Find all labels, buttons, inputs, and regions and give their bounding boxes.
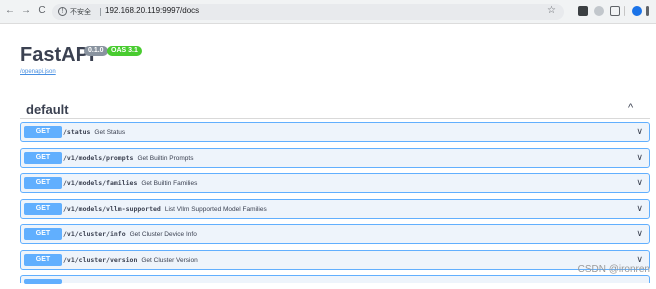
forward-icon[interactable]: → <box>20 5 32 17</box>
operation-path: /v1/models/prompts Get Builtin Prompts <box>63 153 194 162</box>
collapse-icon[interactable]: ^ <box>628 102 633 114</box>
operation-row[interactable]: GET /status Get Status ∨ <box>20 122 650 142</box>
get-method-badge: GET <box>24 228 62 240</box>
chevron-down-icon[interactable]: ∨ <box>636 152 643 163</box>
address-divider <box>100 8 101 16</box>
not-secure-icon[interactable]: ! <box>58 7 67 16</box>
security-label: 不安全 <box>70 9 91 16</box>
chevron-down-icon[interactable]: ∨ <box>636 254 643 265</box>
operation-summary: Get Cluster Device Info <box>129 231 197 238</box>
get-method-badge: GET <box>24 202 62 215</box>
extension-icon[interactable] <box>594 6 604 16</box>
operation-row[interactable]: GET /v1/cluster/info Get Cluster Device I… <box>20 224 650 244</box>
operation-summary: Get Builtin Families <box>141 180 198 187</box>
operation-row[interactable]: GET /v1/cluster/version Get Cluster Versi… <box>20 249 650 270</box>
menu-icon[interactable] <box>646 6 649 16</box>
browser-toolbar: ← → C ! 不安全 192.168.20.119:9997/docs ☆ <box>0 0 656 24</box>
chevron-down-icon[interactable]: ∨ <box>636 126 643 137</box>
address-bar[interactable]: ! 不安全 192.168.20.119:9997/docs ☆ <box>52 4 564 20</box>
get-method-badge: GET <box>24 126 62 138</box>
operations-list: GET /status Get Status ∨ GET /v1/models/p… <box>20 122 650 289</box>
url-text[interactable]: 192.168.20.119:9997/docs <box>105 6 199 15</box>
operation-path: /status Get Status <box>63 128 126 136</box>
operation-summary: Get Status <box>94 129 126 136</box>
back-icon[interactable]: ← <box>4 5 16 17</box>
chevron-down-icon[interactable]: ∨ <box>636 203 643 214</box>
bookmark-star-icon[interactable]: ☆ <box>547 5 556 16</box>
operation-summary: List Vllm Supported Model Families <box>164 205 267 213</box>
operation-summary: Get Builtin Prompts <box>137 154 194 162</box>
operation-row[interactable]: GET /v1/models/vllm-supported List Vllm S… <box>20 198 650 219</box>
get-method-badge: GET <box>24 151 62 164</box>
operation-summary: Get Cluster Version <box>141 256 198 264</box>
extension-icon[interactable] <box>578 6 588 16</box>
operation-path: /v1/models/families Get Builtin Families <box>63 179 198 187</box>
chevron-down-icon[interactable]: ∨ <box>636 228 643 239</box>
toolbar-divider <box>624 6 625 16</box>
operation-row[interactable]: GET /v1/models/prompts Get Builtin Prompt… <box>20 147 650 168</box>
oas-badge: OAS 3.1 <box>107 46 142 56</box>
chevron-down-icon[interactable]: ∨ <box>636 177 643 188</box>
get-method-badge: GET <box>24 253 62 266</box>
operation-row-partial[interactable] <box>20 275 650 284</box>
operation-path: /v1/models/vllm-supported List Vllm Suppo… <box>63 204 267 213</box>
profile-avatar-icon[interactable] <box>632 6 642 16</box>
section-divider <box>20 118 650 119</box>
watermark: CSDN @ironren <box>577 264 650 275</box>
operation-path: /v1/cluster/version Get Cluster Version <box>63 255 198 264</box>
get-method-badge: GET <box>24 177 62 189</box>
get-method-badge <box>24 279 62 284</box>
operation-path: /v1/cluster/info Get Cluster Device Info <box>63 230 197 238</box>
version-badge: 0.1.0 <box>84 46 108 56</box>
reload-icon[interactable]: C <box>36 5 48 17</box>
operation-row[interactable]: GET /v1/models/families Get Builtin Famil… <box>20 173 650 193</box>
page-title: FastAPI <box>20 44 95 66</box>
section-title[interactable]: default <box>26 102 69 117</box>
puzzle-icon[interactable] <box>610 6 620 16</box>
openapi-json-link[interactable]: /openapi.json <box>20 69 56 75</box>
